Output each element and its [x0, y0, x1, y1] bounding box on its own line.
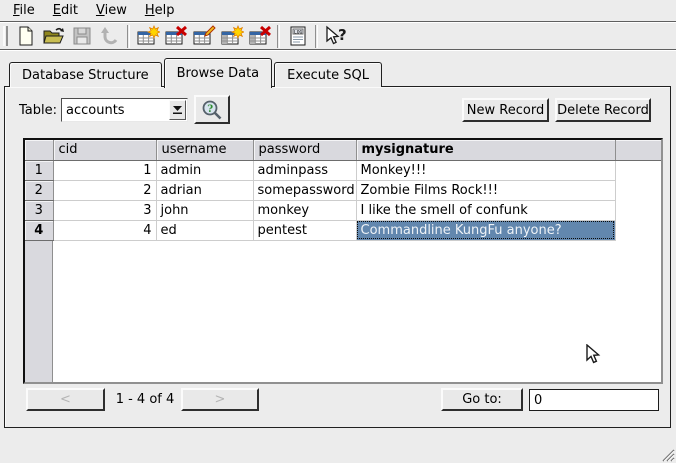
svg-text:LOG: LOG: [294, 29, 303, 35]
table-select-value: accounts: [62, 103, 169, 118]
chevron-down-icon[interactable]: [169, 100, 186, 120]
toolbar-separator: [315, 25, 318, 48]
save-database-button[interactable]: [68, 24, 95, 49]
goto-record-input[interactable]: [529, 389, 659, 411]
create-index-button[interactable]: [218, 24, 245, 49]
grid-filler: [615, 200, 661, 220]
browse-data-pane: Table: accounts ? New Record Delete Reco…: [4, 86, 671, 428]
grid-cell-username[interactable]: adrian: [156, 180, 253, 200]
tab-execute-sql[interactable]: Execute SQL: [274, 62, 382, 87]
new-database-icon: [15, 25, 37, 47]
open-database-icon: [42, 25, 66, 47]
grid-cell-cid[interactable]: 1: [53, 160, 156, 180]
undo-icon: [99, 25, 121, 47]
app-window: File Edit View Help: [0, 0, 676, 463]
grid-cell-password[interactable]: monkey: [253, 200, 356, 220]
grid-empty-area: [25, 241, 661, 383]
whats-this-icon: ?: [323, 25, 349, 47]
grid-cell-username[interactable]: admin: [156, 160, 253, 180]
grid-filler: [615, 160, 661, 180]
grid-header-row: cidusernamepasswordmysignature: [25, 140, 661, 160]
grid-corner-cell: [25, 140, 53, 160]
grid-filler: [615, 180, 661, 200]
table-row: 44edpentestCommandline KungFu anyone?: [25, 220, 661, 240]
column-header-cid[interactable]: cid: [53, 140, 156, 160]
delete-index-icon: [248, 25, 272, 47]
menu-file[interactable]: File: [4, 0, 44, 22]
next-page-button[interactable]: >: [181, 388, 259, 411]
data-grid: cidusernamepasswordmysignature 11adminad…: [23, 138, 663, 384]
grid-cell-mysignature[interactable]: Commandline KungFu anyone?: [356, 220, 615, 240]
new-record-button[interactable]: New Record: [462, 98, 549, 122]
svg-text:?: ?: [338, 26, 347, 44]
resize-grip[interactable]: [660, 447, 675, 462]
row-header[interactable]: 2: [25, 180, 53, 200]
create-table-button[interactable]: [134, 24, 161, 49]
log-button[interactable]: LOG: [284, 24, 311, 49]
delete-index-button[interactable]: [246, 24, 273, 49]
column-header-mysignature[interactable]: mysignature: [356, 140, 615, 160]
row-header[interactable]: 3: [25, 200, 53, 220]
mouse-cursor: [586, 344, 601, 365]
grid-cell-password[interactable]: somepassword: [253, 180, 356, 200]
row-header[interactable]: 1: [25, 160, 53, 180]
menu-help[interactable]: Help: [136, 0, 184, 22]
menu-view[interactable]: View: [87, 0, 136, 22]
tab-database-structure[interactable]: Database Structure: [9, 62, 162, 87]
tab-bar: Database Structure Browse Data Execute S…: [9, 57, 384, 87]
delete-table-button[interactable]: [162, 24, 189, 49]
grid-filler: [615, 220, 661, 240]
search-button[interactable]: ?: [194, 95, 230, 124]
delete-table-icon: [164, 25, 188, 47]
table-select[interactable]: accounts: [61, 98, 188, 122]
toolbar: LOG ?: [0, 23, 676, 50]
search-icon: ?: [199, 98, 225, 122]
table-row: 11adminadminpassMonkey!!!: [25, 160, 661, 180]
row-header[interactable]: 4: [25, 220, 53, 240]
delete-record-button[interactable]: Delete Record: [555, 98, 651, 122]
grid-cell-cid[interactable]: 2: [53, 180, 156, 200]
menubar: File Edit View Help: [0, 0, 676, 22]
svg-text:?: ?: [207, 104, 213, 115]
column-header-password[interactable]: password: [253, 140, 356, 160]
table-label: Table:: [19, 103, 57, 118]
grid-cell-username[interactable]: john: [156, 200, 253, 220]
log-icon: LOG: [287, 25, 309, 47]
grid-cell-username[interactable]: ed: [156, 220, 253, 240]
row-header-strip: [25, 241, 53, 383]
toolbar-drag-handle[interactable]: [3, 26, 8, 46]
grid-cell-cid[interactable]: 3: [53, 200, 156, 220]
grid-cell-mysignature[interactable]: Monkey!!!: [356, 160, 615, 180]
table-row: 33johnmonkeyI like the smell of confunk: [25, 200, 661, 220]
modify-table-icon: [192, 25, 216, 47]
toolbar-separator: [127, 25, 130, 48]
tab-browse-data[interactable]: Browse Data: [164, 58, 273, 88]
record-range-label: 1 - 4 of 4: [109, 392, 181, 407]
grid-cell-cid[interactable]: 4: [53, 220, 156, 240]
menu-edit[interactable]: Edit: [44, 0, 87, 22]
goto-button[interactable]: Go to:: [441, 388, 523, 411]
grid-cell-mysignature[interactable]: Zombie Films Rock!!!: [356, 180, 615, 200]
open-database-button[interactable]: [40, 24, 67, 49]
column-header-username[interactable]: username: [156, 140, 253, 160]
whats-this-button[interactable]: ?: [322, 24, 349, 49]
grid-cell-password[interactable]: pentest: [253, 220, 356, 240]
toolbar-separator: [277, 25, 280, 48]
undo-button[interactable]: [96, 24, 123, 49]
table-row: 22adriansomepasswordZombie Films Rock!!!: [25, 180, 661, 200]
previous-page-button[interactable]: <: [26, 388, 105, 411]
column-header-filler: [615, 140, 661, 160]
create-index-icon: [220, 25, 244, 47]
new-database-button[interactable]: [12, 24, 39, 49]
grid-table: cidusernamepasswordmysignature 11adminad…: [25, 140, 661, 241]
create-table-icon: [136, 25, 160, 47]
grid-cell-password[interactable]: adminpass: [253, 160, 356, 180]
grid-body: 11adminadminpassMonkey!!!22adriansomepas…: [25, 160, 661, 240]
status-bar: [0, 429, 676, 463]
save-database-icon: [71, 25, 93, 47]
grid-cell-mysignature[interactable]: I like the smell of confunk: [356, 200, 615, 220]
modify-table-button[interactable]: [190, 24, 217, 49]
